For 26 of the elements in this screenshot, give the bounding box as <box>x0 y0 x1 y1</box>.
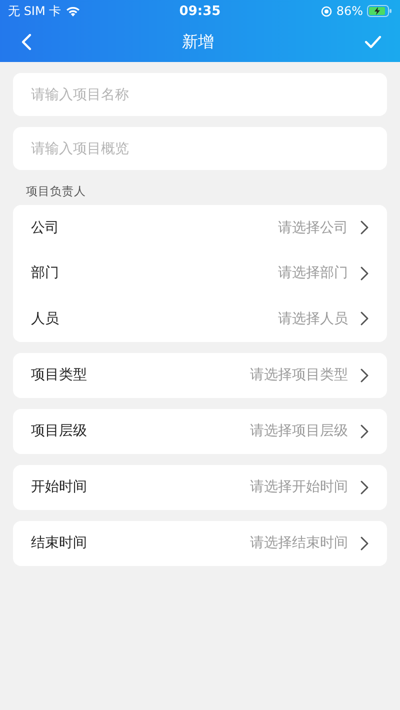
checkmark-icon <box>364 35 382 49</box>
chevron-right-icon <box>360 368 369 382</box>
carrier-text: 无 SIM 卡 <box>8 2 62 20</box>
picker-row[interactable]: 人员 请选择人员 <box>13 296 387 342</box>
picker-row[interactable]: 结束时间 请选择结束时间 <box>13 520 387 566</box>
chevron-right-icon <box>360 311 369 326</box>
picker-row[interactable]: 开始时间 请选择开始时间 <box>13 464 387 510</box>
battery-text: 86% <box>336 4 363 18</box>
clock-text: 09:35 <box>179 4 221 18</box>
orientation-lock-icon <box>321 6 332 16</box>
text-input-field[interactable]: 请输入项目名称 <box>13 73 387 116</box>
picker-row[interactable]: 项目类型 请选择项目类型 <box>13 352 387 398</box>
chevron-right-icon <box>360 480 369 494</box>
chevron-right-icon <box>360 220 369 236</box>
picker-row[interactable]: 部门 请选择部门 <box>13 250 387 296</box>
chevron-right-icon <box>360 536 369 550</box>
back-icon <box>20 33 32 51</box>
picker-row[interactable]: 项目层级 请选择项目层级 <box>13 408 387 454</box>
text-input-field[interactable]: 请输入项目概览 <box>13 127 387 170</box>
picker-row[interactable]: 公司 请选择公司 <box>13 205 387 250</box>
wifi-icon <box>65 5 82 17</box>
chevron-right-icon <box>360 266 369 281</box>
page-title: 新增 <box>182 32 214 52</box>
battery-icon <box>366 5 392 17</box>
chevron-right-icon <box>360 424 369 438</box>
section-label: 项目负责人 <box>25 184 87 199</box>
